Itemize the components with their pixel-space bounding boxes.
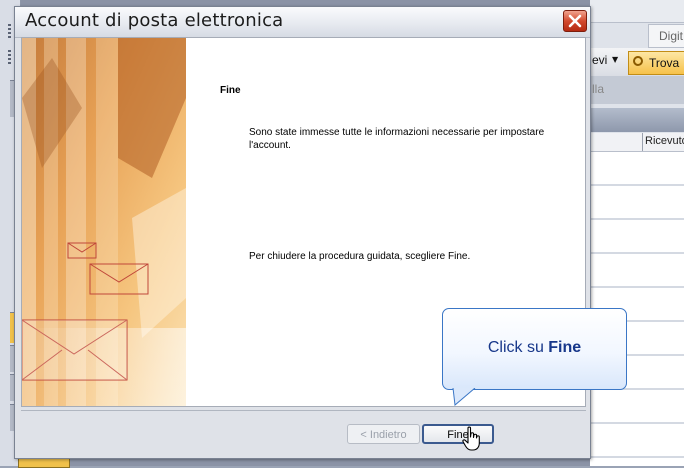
find-icon — [633, 56, 643, 66]
close-button[interactable] — [563, 10, 587, 32]
background-pane-header — [590, 108, 684, 132]
wizard-message-instruction: Per chiudere la procedura guidata, scegl… — [249, 251, 471, 262]
background-toolbar-label[interactable]: evi — [592, 53, 607, 67]
callout-text: Click su Fine — [443, 339, 626, 357]
grip-handle — [8, 50, 11, 64]
dialog-title: Account di posta elettronica — [25, 10, 284, 31]
callout-emphasis: Fine — [548, 339, 582, 356]
hand-cursor-icon — [462, 426, 480, 451]
back-button[interactable]: < Indietro — [347, 424, 420, 444]
email-account-dialog: Account di posta elettronica Fine Sono s… — [14, 6, 591, 459]
background-right-pane: Digit evi ▼ Trova lla Ricevuto — [590, 0, 684, 466]
background-menu-bar — [590, 0, 684, 23]
grip-handle — [8, 24, 11, 38]
find-button-label: Trova — [649, 56, 680, 70]
close-icon — [568, 14, 582, 28]
column-separator — [642, 133, 643, 151]
background-search-field[interactable]: Digit — [648, 24, 684, 48]
wizard-message-info: Sono state immesse tutte le informazioni… — [249, 127, 545, 151]
finish-button[interactable]: Fine — [422, 424, 494, 444]
callout-prefix: Click su — [487, 339, 549, 356]
dialog-title-bar[interactable]: Account di posta elettronica — [15, 7, 590, 38]
wizard-heading: Fine — [220, 85, 241, 96]
dropdown-arrow-icon[interactable]: ▼ — [612, 55, 618, 64]
button-separator — [21, 410, 586, 411]
column-header-received[interactable]: Ricevuto — [645, 135, 684, 147]
callout-pointer — [452, 388, 476, 406]
find-button[interactable]: Trova — [628, 51, 684, 75]
background-filter-bar — [590, 76, 684, 104]
background-filter-label: lla — [592, 82, 605, 96]
envelope-illustration — [22, 38, 186, 406]
background-column-header[interactable]: Ricevuto — [590, 133, 684, 152]
tutorial-callout: Click su Fine — [442, 308, 627, 390]
